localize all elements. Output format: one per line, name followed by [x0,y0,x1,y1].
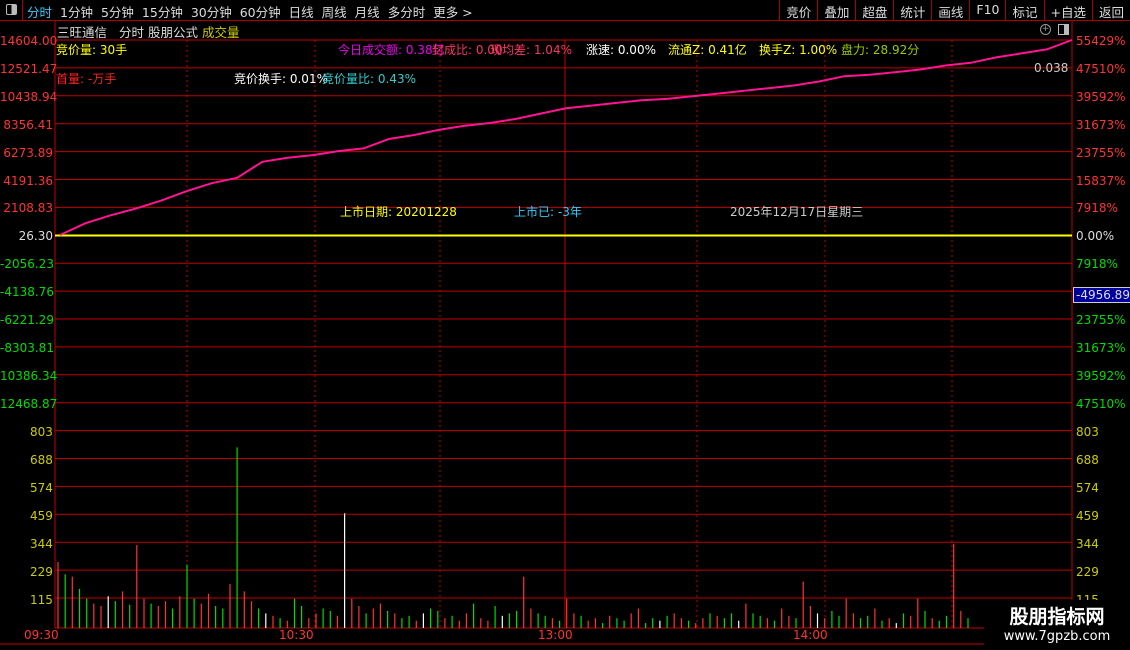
volume-tick: 688 [1076,453,1099,467]
volume-tick: 344 [1076,537,1099,551]
time-label: 14:00 [793,628,828,642]
avg-diff: 现均差: 1.04% [490,43,572,57]
price-tick-left: 10386.34 [0,368,58,383]
price-tick-left: -2056.23 [0,257,54,272]
right-value: 0.038 [1034,61,1069,75]
price-tick-left: -8303.81 [0,340,54,355]
volume-tick: 574 [1076,481,1099,495]
price-tick-left: 12521.47 [0,61,58,76]
price-tick-left: 4191.36 [3,173,53,188]
cursor-value-tag: -4956.89 [1073,287,1130,303]
volume-tick: 115 [30,593,53,607]
price-tick-left: -4138.76 [0,285,54,300]
volume-tick: 229 [1076,565,1099,579]
volume-tick: 688 [30,453,53,467]
current-date: 2025年12月17日星期三 [730,205,864,219]
volume-tick: 803 [1076,425,1099,439]
speed: 涨速: 0.00% [586,43,656,57]
volume-tick: 459 [1076,509,1099,523]
volume-tick: 459 [30,509,53,523]
volume-tick: 574 [30,481,53,495]
chart-canvas[interactable] [0,0,1130,650]
turnover-z: 换手Z: 1.00% [759,43,838,57]
price-tick-left: 8356.41 [3,117,53,132]
time-label: 13:00 [538,628,573,642]
price-tick-left: -6221.29 [0,313,54,327]
price-tick-right: 31673% [1076,340,1126,355]
price-tick-left: 14604.00 [0,34,58,48]
pan-li: 盘力: 28.92分 [841,43,920,57]
price-tick-right: 0.00% [1076,229,1115,244]
price-tick-left: 6273.89 [3,145,53,160]
price-tick-right: 23755% [1076,313,1126,327]
volume-tick: 803 [30,425,53,439]
price-tick-right: 39592% [1076,89,1126,104]
price-tick-right: 39592% [1076,368,1126,383]
first-volume: 首量: -万手 [56,72,117,86]
volume-tick: 229 [30,565,53,579]
price-tick-right: 15837% [1076,173,1126,188]
price-tick-right: 47510% [1076,61,1126,76]
price-tick-right: 23755% [1076,145,1126,160]
time-label: 09:30 [24,628,59,642]
watermark-logo: 股朋指标网 www.7gpzb.com [984,600,1130,650]
bid-turnover: 竞价换手: 0.01% [234,72,328,86]
listed-years: 上市已: -3年 [514,205,582,219]
price-tick-right: 47510% [1076,396,1126,411]
time-label: 10:30 [279,628,314,642]
price-tick-left: 26.30 [18,229,53,244]
bid-volume: 竞价量: 30手 [56,43,128,57]
price-tick-left: 10438.94 [0,89,58,104]
bid-volume-ratio: 竞价量比: 0.43% [322,72,416,86]
volume-tick: 344 [30,537,53,551]
price-tick-left: 2108.83 [3,201,53,216]
turnover-today: 今日成交额: 0.38亿 [338,43,445,57]
price-tick-right: 7918% [1076,257,1118,272]
float-z: 流通Z: 0.41亿 [668,43,747,57]
price-tick-right: 55429% [1076,34,1126,48]
list-date: 上市日期: 20201228 [340,205,457,219]
price-tick-left: 12468.87 [0,396,58,411]
price-tick-right: 31673% [1076,117,1126,132]
price-tick-right: 7918% [1076,201,1118,216]
